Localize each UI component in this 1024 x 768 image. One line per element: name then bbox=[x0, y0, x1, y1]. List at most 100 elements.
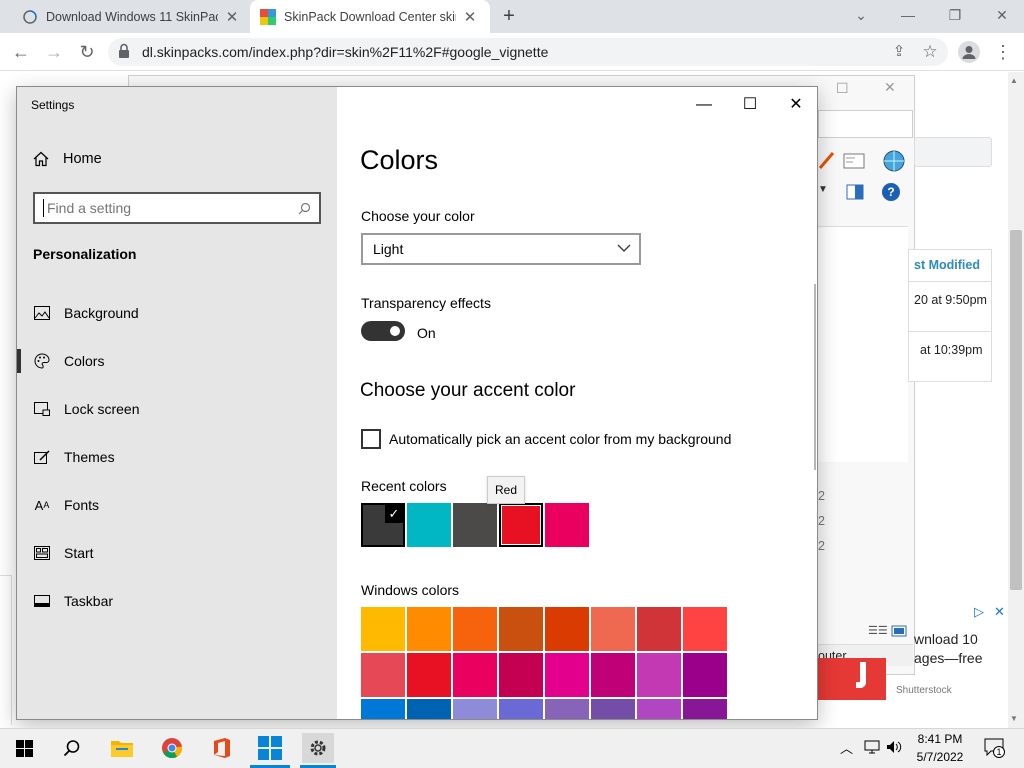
windows11-icon[interactable] bbox=[254, 733, 286, 763]
windows-color-swatch[interactable] bbox=[499, 607, 543, 651]
recent-color-swatch[interactable] bbox=[407, 503, 451, 547]
windows-color-swatch[interactable] bbox=[545, 699, 589, 719]
browser-tab-1[interactable]: Download Windows 11 SkinPack ✕ bbox=[10, 0, 246, 33]
windows-color-swatch[interactable] bbox=[545, 653, 589, 697]
windows-color-swatch[interactable] bbox=[545, 607, 589, 651]
share-icon[interactable]: ⇪ bbox=[886, 40, 912, 64]
settings-gear-icon[interactable] bbox=[302, 733, 334, 763]
ad-headline[interactable]: wnload 10 bbox=[914, 631, 978, 647]
help-icon[interactable]: ? bbox=[882, 183, 900, 201]
lock-screen-icon bbox=[33, 401, 51, 417]
windows-color-swatch[interactable] bbox=[637, 653, 681, 697]
ad-choices-icon[interactable]: ▷ bbox=[974, 604, 984, 620]
windows-color-swatch[interactable] bbox=[499, 699, 543, 719]
bookmark-star-icon[interactable]: ☆ bbox=[917, 40, 943, 64]
nav-item-lock-screen[interactable]: Lock screen bbox=[33, 393, 323, 425]
content-scrollbar[interactable] bbox=[814, 284, 816, 470]
transparency-label: Transparency effects bbox=[361, 295, 491, 311]
windows-color-swatch[interactable] bbox=[637, 699, 681, 719]
home-nav-item[interactable]: Home bbox=[33, 151, 102, 167]
nav-item-fonts[interactable]: AA Fonts bbox=[33, 489, 323, 521]
windows-color-swatch[interactable] bbox=[591, 653, 635, 697]
windows-color-swatch[interactable] bbox=[453, 699, 497, 719]
nav-item-start[interactable]: Start bbox=[33, 537, 323, 569]
reload-icon[interactable]: ↻ bbox=[74, 40, 100, 64]
clock-time[interactable]: 8:41 PM bbox=[912, 732, 968, 746]
network-icon[interactable] bbox=[864, 740, 880, 754]
windows-color-swatch[interactable] bbox=[499, 653, 543, 697]
bg-address-field[interactable] bbox=[818, 110, 913, 138]
clock-date[interactable]: 5/7/2022 bbox=[912, 750, 968, 764]
view-details-icon[interactable]: ☰☰ bbox=[868, 624, 888, 637]
windows-color-swatch[interactable] bbox=[453, 653, 497, 697]
search-box[interactable] bbox=[33, 192, 321, 224]
windows-color-swatch[interactable] bbox=[361, 653, 405, 697]
nav-item-background[interactable]: Background bbox=[33, 297, 323, 329]
menu-dots-icon[interactable]: ⋮ bbox=[990, 40, 1016, 64]
browser-tab-2[interactable]: SkinPack Download Center skin/ ✕ bbox=[250, 0, 490, 33]
bg-maximize-icon[interactable]: ☐ bbox=[836, 80, 849, 97]
windows-color-swatch[interactable] bbox=[361, 607, 405, 651]
tab-search-icon[interactable]: ⌄ bbox=[849, 4, 873, 26]
scroll-down-icon[interactable]: ▼ bbox=[1010, 714, 1018, 723]
mail-icon[interactable] bbox=[843, 153, 865, 169]
tab-close-icon[interactable]: ✕ bbox=[224, 8, 240, 26]
windows-start-icon[interactable] bbox=[8, 733, 40, 763]
nav-item-themes[interactable]: Themes bbox=[33, 441, 323, 473]
windows-color-swatch[interactable] bbox=[407, 607, 451, 651]
page-scrollbar-thumb[interactable] bbox=[1010, 230, 1022, 590]
windows-color-swatch[interactable] bbox=[407, 653, 451, 697]
windows-color-swatch[interactable] bbox=[683, 653, 727, 697]
office-icon[interactable] bbox=[206, 733, 238, 763]
globe-icon[interactable] bbox=[881, 149, 907, 173]
chevron-up-icon[interactable]: ︿ bbox=[840, 738, 853, 757]
windows-color-swatch[interactable] bbox=[407, 699, 451, 719]
view-thumbnails-icon[interactable] bbox=[891, 625, 907, 637]
windows-color-swatch[interactable] bbox=[683, 607, 727, 651]
ad-headline[interactable]: ages—free bbox=[914, 650, 982, 666]
pencil-icon[interactable] bbox=[818, 150, 836, 170]
tab-close-icon[interactable]: ✕ bbox=[462, 8, 478, 26]
forward-icon[interactable]: → bbox=[41, 40, 67, 64]
bg-page-search[interactable] bbox=[914, 137, 992, 167]
ad-image[interactable] bbox=[818, 658, 886, 700]
windows-color-swatch[interactable] bbox=[591, 699, 635, 719]
dropdown-value: Light bbox=[373, 241, 404, 257]
scroll-up-icon[interactable]: ▲ bbox=[1010, 76, 1018, 85]
recent-color-swatch[interactable]: ✓ bbox=[361, 503, 405, 547]
page-left-panel bbox=[0, 575, 12, 725]
volume-icon[interactable] bbox=[886, 740, 902, 754]
back-icon[interactable]: ← bbox=[8, 40, 34, 64]
windows-color-swatch[interactable] bbox=[683, 699, 727, 719]
bg-dropdown-arrow-icon[interactable]: ▼ bbox=[818, 184, 828, 195]
bg-column-header[interactable]: st Modified bbox=[914, 258, 980, 272]
search-icon[interactable] bbox=[298, 202, 311, 215]
windows-color-swatch[interactable] bbox=[591, 607, 635, 651]
search-icon[interactable] bbox=[56, 733, 88, 763]
restore-icon[interactable]: ❐ bbox=[943, 4, 967, 26]
recent-color-swatch[interactable] bbox=[499, 503, 543, 547]
lock-icon[interactable] bbox=[118, 43, 130, 59]
chrome-icon[interactable] bbox=[156, 733, 188, 763]
windows-color-swatch[interactable] bbox=[453, 607, 497, 651]
windows-color-swatch[interactable] bbox=[361, 699, 405, 719]
bg-file-list bbox=[818, 226, 908, 462]
profile-avatar-icon[interactable] bbox=[958, 41, 980, 63]
ad-close-icon[interactable]: ✕ bbox=[994, 604, 1005, 620]
recent-color-swatch[interactable] bbox=[545, 503, 589, 547]
auto-pick-checkbox[interactable] bbox=[361, 429, 381, 449]
close-icon[interactable]: ✕ bbox=[990, 4, 1014, 26]
new-tab-button[interactable]: + bbox=[497, 5, 521, 29]
nav-item-taskbar[interactable]: Taskbar bbox=[33, 585, 323, 617]
transparency-toggle[interactable] bbox=[361, 321, 405, 341]
bg-close-icon[interactable]: ✕ bbox=[884, 79, 896, 96]
minimize-icon[interactable]: — bbox=[896, 4, 920, 26]
auto-pick-label[interactable]: Automatically pick an accent color from … bbox=[389, 431, 731, 447]
file-explorer-icon[interactable] bbox=[106, 733, 138, 763]
nav-item-colors[interactable]: Colors bbox=[33, 345, 323, 377]
color-mode-dropdown[interactable]: Light bbox=[361, 233, 641, 265]
recent-color-swatch[interactable] bbox=[453, 503, 497, 547]
search-input[interactable] bbox=[43, 199, 283, 217]
panel-icon[interactable] bbox=[846, 184, 864, 200]
windows-color-swatch[interactable] bbox=[637, 607, 681, 651]
